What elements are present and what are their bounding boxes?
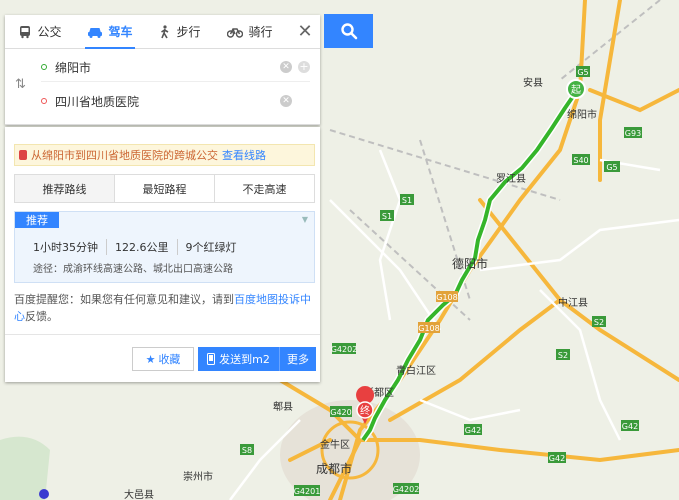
end-dot-icon xyxy=(41,98,47,104)
road-label-g42c: G42 xyxy=(622,422,638,431)
place-label: 青白江区 xyxy=(396,364,436,377)
road-label-g108b: G108 xyxy=(418,324,439,333)
place-label: 成都市 xyxy=(316,461,352,476)
road-label-g5: G5 xyxy=(577,68,588,77)
star-icon: ★ xyxy=(145,352,156,366)
road-label-g4201: G4201 xyxy=(294,487,321,496)
divider xyxy=(5,334,320,335)
feedback-notice: 百度提醒您：如果您有任何意见和建议，请到百度地图投诉中心反馈。 xyxy=(14,291,319,325)
send-button-group: 发送到m2 更多 xyxy=(198,347,316,371)
send-label: 发送到m2 xyxy=(219,353,270,366)
end-marker-label: 终 xyxy=(360,404,370,417)
road-label-g420: G420 xyxy=(330,408,351,417)
start-marker-label: 起 xyxy=(571,84,581,96)
tab-shortest[interactable]: 最短路程 xyxy=(114,175,214,202)
more-button[interactable]: 更多 xyxy=(280,347,316,371)
road-label-s1b: S1 xyxy=(382,212,392,221)
mode-bike[interactable]: 骑行 xyxy=(215,15,285,48)
place-label: 金牛区 xyxy=(320,438,350,451)
poi-icon[interactable] xyxy=(39,489,49,499)
phone-icon xyxy=(207,353,216,365)
tab-no-highway[interactable]: 不走高速 xyxy=(214,175,314,202)
route-plan-card[interactable]: 推荐 ▼ 1小时35分钟 122.6公里 9个红绿灯 途径：成渝环线高速公路、城… xyxy=(14,211,315,283)
feedback-text: 百度提醒您：如果您有任何意见和建议，请到 xyxy=(14,293,234,306)
route-search-panel: 公交 驾车 步行 骑行 ✕ ⇅ ✕ + ✕ xyxy=(5,15,320,125)
clear-end-icon[interactable]: ✕ xyxy=(280,95,292,107)
road-label-g4202: G4202 xyxy=(331,345,358,354)
place-label: 大邑县 xyxy=(124,488,154,500)
start-input[interactable] xyxy=(55,60,274,74)
bus-icon xyxy=(19,150,27,160)
bus-tip-text: 从绵阳市到四川省地质医院的跨城公交 xyxy=(31,149,218,162)
place-label: 中江县 xyxy=(558,296,588,309)
road-label-s40: S40 xyxy=(573,156,588,165)
place-label: 绵阳市 xyxy=(567,108,597,121)
transport-mode-bar: 公交 驾车 步行 骑行 ✕ xyxy=(5,15,320,49)
bike-icon xyxy=(227,27,244,38)
mode-bus[interactable]: 公交 xyxy=(5,15,75,48)
route-results-panel: 从绵阳市到四川省地质医院的跨城公交 查看线路 推荐路线 最短路程 不走高速 推荐… xyxy=(5,127,320,382)
route-inputs: ⇅ ✕ + ✕ xyxy=(5,49,320,125)
favorite-button[interactable]: ★ 收藏 xyxy=(132,347,194,371)
plan-stats: 1小时35分钟 122.6公里 9个红绿灯 xyxy=(33,239,245,255)
mode-bus-label: 公交 xyxy=(37,25,62,39)
mode-walk-label: 步行 xyxy=(176,25,201,39)
clear-start-icon[interactable]: ✕ xyxy=(280,61,292,73)
road-label-s1: S1 xyxy=(402,196,412,205)
start-marker[interactable]: 起 xyxy=(566,79,586,99)
send-to-phone-button[interactable]: 发送到m2 xyxy=(198,347,280,371)
mode-car-label: 驾车 xyxy=(108,25,133,39)
view-lines-link[interactable]: 查看线路 xyxy=(222,147,266,163)
road-label-g42: G42 xyxy=(465,426,481,435)
tab-recommended[interactable]: 推荐路线 xyxy=(15,175,114,202)
swap-icon[interactable]: ⇅ xyxy=(15,77,26,92)
road-label-s8: S8 xyxy=(242,446,252,455)
plan-via: 途径：成渝环线高速公路、城北出口高速公路 xyxy=(33,264,233,275)
mode-bike-label: 骑行 xyxy=(248,25,273,39)
place-label: 安县 xyxy=(523,76,543,89)
place-label: 郫县 xyxy=(273,400,293,413)
road-label-s2: S2 xyxy=(594,318,604,327)
feedback-tail: 反馈。 xyxy=(25,310,58,323)
search-icon xyxy=(340,23,357,40)
road-label-g108: G108 xyxy=(436,293,457,302)
place-label: 德阳市 xyxy=(452,256,488,271)
mode-walk[interactable]: 步行 xyxy=(145,15,215,48)
search-button[interactable] xyxy=(324,14,373,48)
place-label: 崇州市 xyxy=(183,470,213,483)
bus-icon xyxy=(20,25,31,38)
plan-traffic-lights: 9个红绿灯 xyxy=(176,239,245,255)
road-label-g42b: G42 xyxy=(549,454,565,463)
road-label-g5b: G5 xyxy=(606,163,617,172)
start-dot-icon xyxy=(41,64,47,70)
route-option-tabs: 推荐路线 最短路程 不走高速 xyxy=(14,174,315,203)
plan-distance: 122.6公里 xyxy=(106,239,177,255)
walk-icon xyxy=(161,24,169,38)
favorite-label: 收藏 xyxy=(158,353,181,366)
end-row: ✕ xyxy=(41,87,310,115)
mode-car[interactable]: 驾车 xyxy=(75,15,145,49)
car-icon xyxy=(88,27,103,38)
end-input[interactable] xyxy=(55,94,274,108)
add-waypoint-icon[interactable]: + xyxy=(298,61,310,73)
road-label-g93: G93 xyxy=(625,129,641,138)
plan-duration: 1小时35分钟 xyxy=(33,241,98,254)
road-label-g4202b: G4202 xyxy=(393,485,420,494)
recommended-badge: 推荐 xyxy=(15,212,59,228)
intercity-bus-tip: 从绵阳市到四川省地质医院的跨城公交 查看线路 xyxy=(14,144,315,166)
place-label: 罗江县 xyxy=(496,173,526,185)
road-label-s2b: S2 xyxy=(558,351,568,360)
start-row: ✕ + xyxy=(41,53,310,82)
close-icon[interactable]: ✕ xyxy=(290,15,320,48)
collapse-icon[interactable]: ▼ xyxy=(302,215,308,224)
